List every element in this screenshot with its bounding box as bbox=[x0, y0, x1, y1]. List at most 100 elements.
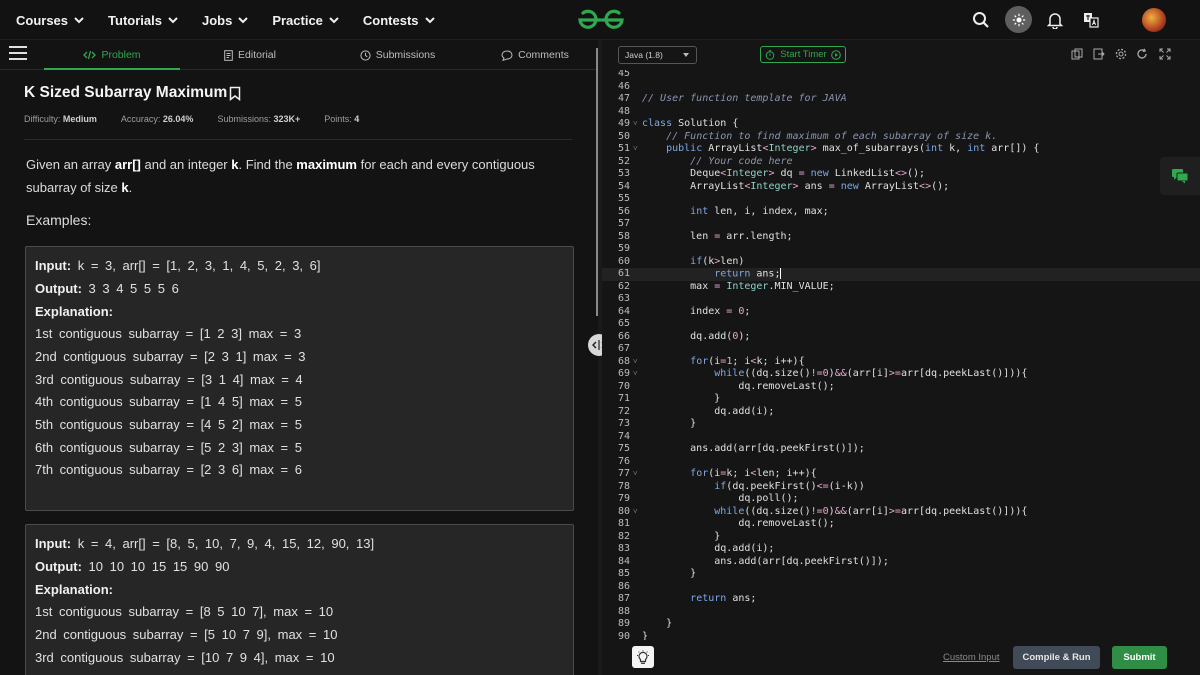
chevron-down-icon bbox=[238, 17, 249, 24]
nav-menu: Courses Tutorials Jobs Practice Contests bbox=[16, 0, 459, 40]
tab-problem[interactable]: Problem bbox=[44, 40, 180, 70]
code-line[interactable]: 49 ˅ class Solution { bbox=[602, 118, 1200, 131]
code-line[interactable]: 72 dq.add(i); bbox=[602, 406, 1200, 419]
fullscreen-icon[interactable] bbox=[1159, 48, 1171, 60]
code-line[interactable]: 54 ArrayList<Integer> ans = new ArrayLis… bbox=[602, 181, 1200, 194]
code-line[interactable]: 47 // User function template for JAVA bbox=[602, 93, 1200, 106]
code-line[interactable]: 81 dq.removeLast(); bbox=[602, 518, 1200, 531]
translate-icon[interactable] bbox=[1079, 8, 1103, 32]
code-line[interactable]: 80 ˅ while((dq.size()!=0)&&(arr[i]>=arr[d… bbox=[602, 506, 1200, 519]
code-line[interactable]: 50 // Function to find maximum of each s… bbox=[602, 131, 1200, 144]
code-editor[interactable]: 45 46 47 // User function template for JAVA… bbox=[602, 70, 1200, 640]
fold-chevron-icon[interactable]: ˅ bbox=[633, 368, 638, 381]
bell-icon[interactable] bbox=[1043, 8, 1067, 32]
hamburger-icon[interactable] bbox=[9, 46, 27, 62]
code-line[interactable]: 68 ˅ for(i=1; i<k; i++){ bbox=[602, 356, 1200, 369]
tab-editorial[interactable]: Editorial bbox=[180, 40, 320, 70]
code-line[interactable]: 46 bbox=[602, 81, 1200, 94]
code-text: // User function template for JAVA bbox=[642, 93, 847, 104]
code-line[interactable]: 82 } bbox=[602, 531, 1200, 544]
code-line[interactable]: 53 Deque<Integer> dq = new LinkedList<>(… bbox=[602, 168, 1200, 181]
code-line[interactable]: 75 ans.add(arr[dq.peekFirst()]); bbox=[602, 443, 1200, 456]
code-text: dq.removeLast(); bbox=[642, 380, 835, 392]
avatar[interactable] bbox=[1142, 8, 1166, 32]
code-line[interactable]: 62 max = Integer.MIN_VALUE; bbox=[602, 281, 1200, 294]
theme-toggle-icon[interactable] bbox=[1005, 6, 1032, 33]
fold-chevron-icon[interactable]: ˅ bbox=[633, 506, 638, 519]
code-line[interactable]: 73 } bbox=[602, 418, 1200, 431]
submissions-count: Submissions: 323K+ bbox=[217, 114, 300, 124]
code-line[interactable]: 60 if(k>len) bbox=[602, 256, 1200, 269]
code-line[interactable]: 83 dq.add(i); bbox=[602, 543, 1200, 556]
tab-comments[interactable]: Comments bbox=[475, 40, 595, 70]
code-line[interactable]: 52 // Your code here bbox=[602, 156, 1200, 169]
code-line[interactable]: 66 dq.add(0); bbox=[602, 331, 1200, 344]
bulb-icon[interactable] bbox=[632, 646, 654, 668]
code-line[interactable]: 55 bbox=[602, 193, 1200, 206]
line-number: 76 bbox=[617, 455, 630, 467]
code-line[interactable]: 57 bbox=[602, 218, 1200, 231]
chevron-down-icon bbox=[424, 17, 435, 24]
copy-icon[interactable] bbox=[1071, 48, 1083, 60]
tab-comments-label: Comments bbox=[518, 49, 569, 61]
code-line[interactable]: 48 bbox=[602, 106, 1200, 119]
code-line[interactable]: 64 index = 0; bbox=[602, 306, 1200, 319]
problem-scrollbar[interactable] bbox=[596, 48, 598, 316]
code-line[interactable]: 61 return ans; bbox=[602, 268, 1200, 281]
code-line[interactable]: 86 bbox=[602, 581, 1200, 594]
code-line[interactable]: 78 if(dq.peekFirst()<=(i-k)) bbox=[602, 481, 1200, 494]
code-line[interactable]: 71 } bbox=[602, 393, 1200, 406]
search-icon[interactable] bbox=[969, 8, 993, 32]
code-text: Deque<Integer> dq = new LinkedList<>(); bbox=[642, 168, 926, 179]
code-line[interactable]: 45 bbox=[602, 70, 1200, 81]
nav-jobs[interactable]: Jobs bbox=[202, 13, 250, 28]
nav-contests[interactable]: Contests bbox=[363, 13, 437, 28]
code-line[interactable]: 90} bbox=[602, 631, 1200, 641]
code-line[interactable]: 56 int len, i, index, max; bbox=[602, 206, 1200, 219]
code-text: dq.add(0); bbox=[642, 330, 751, 342]
custom-input-link[interactable]: Custom Input bbox=[943, 652, 1000, 663]
nav-courses[interactable]: Courses bbox=[16, 13, 86, 28]
export-icon[interactable] bbox=[1093, 48, 1105, 60]
nav-tutorials[interactable]: Tutorials bbox=[108, 13, 180, 28]
refresh-icon[interactable] bbox=[1136, 48, 1148, 60]
start-timer-button[interactable]: Start Timer bbox=[760, 46, 846, 63]
code-line[interactable]: 88 bbox=[602, 606, 1200, 619]
code-line[interactable]: 59 bbox=[602, 243, 1200, 256]
line-number: 67 bbox=[617, 343, 630, 354]
code-line[interactable]: 51 ˅ public ArrayList<Integer> max_of_sub… bbox=[602, 143, 1200, 156]
gfg-logo[interactable] bbox=[574, 7, 628, 33]
code-line[interactable]: 74 bbox=[602, 431, 1200, 444]
code-line[interactable]: 65 bbox=[602, 318, 1200, 331]
nav-practice[interactable]: Practice bbox=[272, 13, 341, 28]
code-line[interactable]: 85 } bbox=[602, 568, 1200, 581]
explanation-line: 3rd contiguous subarray = [3 1 4] max = … bbox=[35, 372, 303, 387]
code-line[interactable]: 69 ˅ while((dq.size()!=0)&&(arr[i]>=arr[d… bbox=[602, 368, 1200, 381]
submit-button[interactable]: Submit bbox=[1112, 646, 1167, 669]
line-number: 74 bbox=[617, 430, 630, 442]
code-line[interactable]: 89 } bbox=[602, 618, 1200, 631]
compile-run-button[interactable]: Compile & Run bbox=[1013, 646, 1100, 669]
problem-meta: Difficulty: Medium Accuracy: 26.04% Subm… bbox=[24, 114, 383, 124]
code-line[interactable]: 70 dq.removeLast(); bbox=[602, 381, 1200, 394]
code-line[interactable]: 67 bbox=[602, 343, 1200, 356]
fold-chevron-icon[interactable]: ˅ bbox=[633, 468, 638, 481]
code-line[interactable]: 76 bbox=[602, 456, 1200, 469]
code-line[interactable]: 84 ans.add(arr[dq.peekFirst()]); bbox=[602, 556, 1200, 569]
chat-icon[interactable] bbox=[1160, 157, 1200, 195]
fold-chevron-icon[interactable]: ˅ bbox=[633, 143, 638, 156]
code-line[interactable]: 79 dq.poll(); bbox=[602, 493, 1200, 506]
tab-submissions[interactable]: Submissions bbox=[320, 40, 475, 70]
language-select[interactable]: Java (1.8) bbox=[618, 46, 697, 64]
nav-courses-label: Courses bbox=[16, 12, 69, 28]
code-line[interactable]: 58 len = arr.length; bbox=[602, 231, 1200, 244]
fold-chevron-icon[interactable]: ˅ bbox=[633, 356, 638, 369]
line-number: 56 bbox=[617, 205, 630, 217]
code-line[interactable]: 87 return ans; bbox=[602, 593, 1200, 606]
code-line[interactable]: 63 bbox=[602, 293, 1200, 306]
desc-maximum: maximum bbox=[296, 157, 357, 172]
settings-icon[interactable] bbox=[1115, 48, 1127, 60]
code-line[interactable]: 77 ˅ for(i=k; i<len; i++){ bbox=[602, 468, 1200, 481]
bookmark-icon[interactable] bbox=[229, 86, 241, 101]
fold-chevron-icon[interactable]: ˅ bbox=[633, 118, 638, 131]
